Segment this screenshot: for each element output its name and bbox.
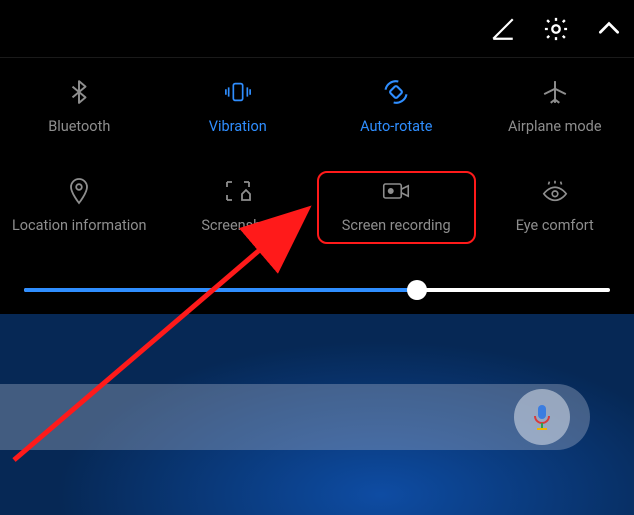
tile-vibration[interactable]: Vibration — [159, 72, 318, 141]
brightness-slider-fill — [24, 288, 417, 292]
tile-eye-comfort[interactable]: Eye comfort — [476, 171, 634, 244]
tile-label: Location information — [12, 217, 147, 234]
tile-screen-recording[interactable]: Screen recording — [317, 171, 476, 244]
bluetooth-icon — [65, 78, 93, 106]
tile-label: Vibration — [209, 118, 267, 135]
location-icon — [65, 177, 93, 205]
tile-screenshot[interactable]: Screenshot — [159, 171, 318, 244]
brightness-slider-thumb[interactable] — [407, 280, 427, 300]
edit-icon[interactable] — [490, 16, 516, 42]
tile-grid: Bluetooth Vibration — [0, 72, 634, 244]
screen-recording-icon — [382, 177, 410, 205]
quick-settings-screen: Bluetooth Vibration — [0, 0, 634, 515]
quick-settings-panel: Bluetooth Vibration — [0, 58, 634, 266]
chevron-up-icon[interactable] — [596, 16, 622, 42]
tile-bluetooth[interactable]: Bluetooth — [0, 72, 159, 141]
tile-label: Airplane mode — [508, 118, 602, 135]
brightness-slider-row — [0, 266, 634, 318]
eye-comfort-icon — [541, 177, 569, 205]
topbar — [0, 0, 634, 58]
microphone-icon — [531, 403, 553, 431]
brightness-slider[interactable] — [24, 288, 610, 292]
tile-label: Bluetooth — [48, 118, 110, 135]
tile-label: Eye comfort — [516, 217, 594, 234]
airplane-icon — [541, 78, 569, 106]
vibration-icon — [224, 78, 252, 106]
tile-label: Screen recording — [342, 217, 451, 234]
tile-airplane-mode[interactable]: Airplane mode — [476, 72, 634, 141]
microphone-button[interactable] — [514, 389, 570, 445]
screenshot-icon — [224, 177, 252, 205]
assistant-search-bar[interactable] — [0, 384, 590, 450]
auto-rotate-icon — [382, 78, 410, 106]
tile-auto-rotate[interactable]: Auto-rotate — [317, 72, 476, 141]
tile-label: Screenshot — [201, 217, 274, 234]
tile-label: Auto-rotate — [360, 118, 432, 135]
tile-location[interactable]: Location information — [0, 171, 159, 244]
settings-icon[interactable] — [542, 15, 570, 43]
